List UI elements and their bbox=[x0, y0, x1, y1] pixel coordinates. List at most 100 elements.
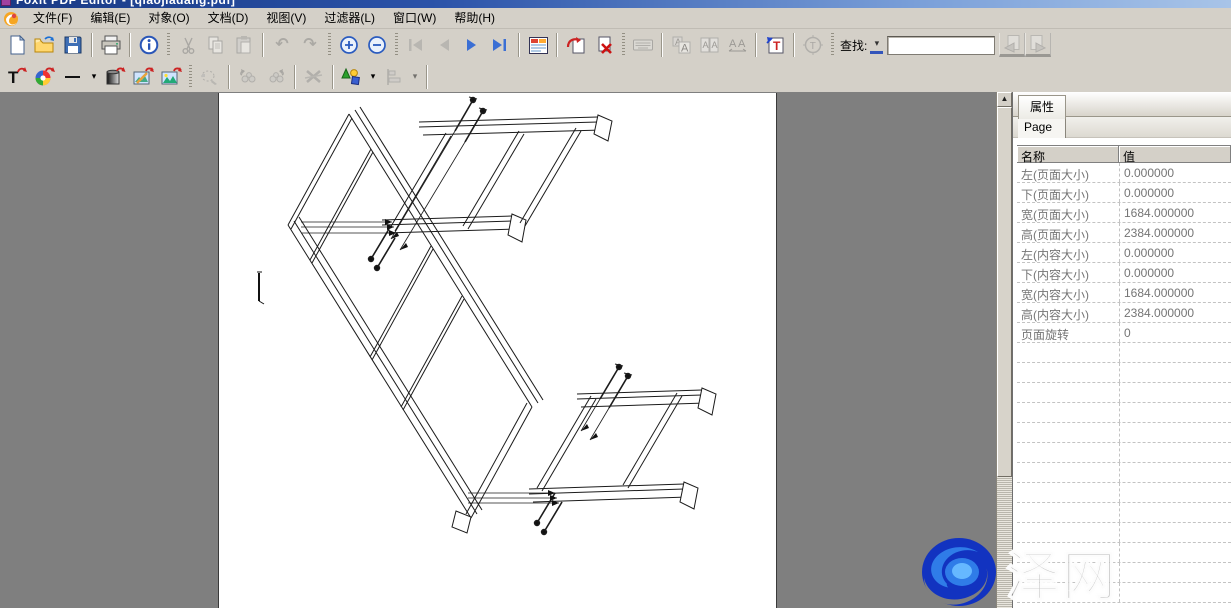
menu-object[interactable]: 对象(O) bbox=[139, 6, 198, 30]
property-value[interactable]: 0.000000 bbox=[1119, 163, 1231, 182]
print-button[interactable] bbox=[97, 32, 125, 58]
property-row[interactable]: 下(页面大小)0.000000 bbox=[1017, 183, 1231, 203]
rotate-right-button[interactable] bbox=[262, 64, 290, 90]
find-input[interactable] bbox=[887, 36, 995, 55]
chevron-down-icon: ▾ bbox=[413, 71, 418, 82]
color-tool-button[interactable] bbox=[31, 64, 59, 90]
menu-window[interactable]: 窗口(W) bbox=[384, 6, 445, 30]
property-name: 下(页面大小) bbox=[1017, 183, 1119, 202]
edit-image-button[interactable] bbox=[129, 64, 157, 90]
toolbar-separator bbox=[661, 33, 663, 57]
property-value[interactable]: 0.000000 bbox=[1119, 243, 1231, 262]
insert-shape-dropdown[interactable]: ▾ bbox=[366, 64, 380, 90]
property-row[interactable]: 高(页面大小)2384.000000 bbox=[1017, 223, 1231, 243]
page-layout-button[interactable] bbox=[524, 32, 552, 58]
shading-tool-button[interactable] bbox=[101, 64, 129, 90]
edit-shape-button[interactable] bbox=[196, 64, 224, 90]
property-value[interactable]: 0 bbox=[1119, 323, 1231, 342]
find-next-button[interactable] bbox=[1025, 33, 1051, 57]
property-row[interactable]: 左(内容大小)0.000000 bbox=[1017, 243, 1231, 263]
condense-font-button[interactable]: AA bbox=[695, 32, 723, 58]
property-row[interactable]: 高(内容大小)2384.000000 bbox=[1017, 303, 1231, 323]
open-file-button[interactable] bbox=[31, 32, 59, 58]
zoom-out-button[interactable] bbox=[363, 32, 391, 58]
next-page-icon bbox=[463, 37, 481, 53]
add-text-object-button[interactable]: T bbox=[761, 32, 789, 58]
svg-text:T: T bbox=[773, 39, 781, 53]
toolbar-separator bbox=[91, 33, 93, 57]
align-dropdown[interactable]: ▾ bbox=[408, 64, 422, 90]
next-page-button[interactable] bbox=[458, 32, 486, 58]
scrollbar-thumb[interactable] bbox=[997, 107, 1012, 477]
column-value: 值 bbox=[1119, 146, 1231, 162]
menu-help[interactable]: 帮助(H) bbox=[445, 6, 504, 30]
expand-font-button[interactable]: AA bbox=[723, 32, 751, 58]
menu-filter[interactable]: 过滤器(L) bbox=[315, 6, 384, 30]
redo-button[interactable]: ↷ bbox=[296, 32, 324, 58]
scrollbar-track[interactable] bbox=[997, 477, 1012, 608]
line-tool-button[interactable] bbox=[59, 64, 87, 90]
save-button[interactable] bbox=[59, 32, 87, 58]
copy-button[interactable] bbox=[202, 32, 230, 58]
text-mode-button[interactable]: T bbox=[799, 32, 827, 58]
toolbar-drag-grip[interactable] bbox=[328, 33, 331, 57]
property-row[interactable]: 左(页面大小)0.000000 bbox=[1017, 163, 1231, 183]
delete-object-button[interactable] bbox=[300, 64, 328, 90]
menu-edit[interactable]: 编辑(E) bbox=[81, 6, 139, 30]
insert-page-button[interactable] bbox=[562, 32, 590, 58]
color-wheel-icon bbox=[34, 66, 56, 87]
property-row[interactable]: 宽(页面大小)1684.000000 bbox=[1017, 203, 1231, 223]
text-cursor-artifact bbox=[257, 272, 264, 304]
replace-font-button[interactable]: AA bbox=[667, 32, 695, 58]
align-objects-button[interactable] bbox=[380, 64, 408, 90]
new-text-tool-button[interactable]: T bbox=[3, 64, 31, 90]
find-next-icon bbox=[1028, 34, 1048, 53]
zoom-in-button[interactable] bbox=[335, 32, 363, 58]
insert-shape-button[interactable] bbox=[338, 64, 366, 90]
line-tool-dropdown[interactable]: ▾ bbox=[87, 64, 101, 90]
property-value[interactable]: 0.000000 bbox=[1119, 263, 1231, 282]
menu-document[interactable]: 文档(D) bbox=[199, 6, 258, 30]
scroll-up-button[interactable]: ▲ bbox=[997, 92, 1012, 107]
last-page-button[interactable] bbox=[486, 32, 514, 58]
property-value[interactable]: 1684.000000 bbox=[1119, 283, 1231, 302]
new-document-icon bbox=[7, 35, 27, 55]
virtual-keyboard-button[interactable] bbox=[629, 32, 657, 58]
rotate-left-button[interactable] bbox=[234, 64, 262, 90]
undo-button[interactable]: ↶ bbox=[268, 32, 296, 58]
first-page-button[interactable] bbox=[402, 32, 430, 58]
empty-row bbox=[1017, 403, 1231, 423]
toolbar-drag-grip[interactable] bbox=[622, 33, 625, 57]
toolbar-drag-grip[interactable] bbox=[831, 33, 834, 57]
vertical-scrollbar[interactable]: ▲ bbox=[996, 92, 1012, 608]
tab-properties[interactable]: 属性 bbox=[1018, 95, 1066, 119]
chevron-down-icon: ▾ bbox=[92, 71, 97, 82]
find-previous-button[interactable] bbox=[999, 33, 1025, 57]
toolbar-drag-grip[interactable] bbox=[395, 33, 398, 57]
paste-button[interactable] bbox=[230, 32, 258, 58]
cut-button[interactable] bbox=[174, 32, 202, 58]
new-document-button[interactable] bbox=[3, 32, 31, 58]
document-info-button[interactable] bbox=[135, 32, 163, 58]
menu-file[interactable]: 文件(F) bbox=[24, 6, 81, 30]
property-value[interactable]: 0.000000 bbox=[1119, 183, 1231, 202]
property-row[interactable]: 下(内容大小)0.000000 bbox=[1017, 263, 1231, 283]
insert-image-button[interactable] bbox=[157, 64, 185, 90]
property-value[interactable]: 2384.000000 bbox=[1119, 223, 1231, 242]
redo-icon: ↷ bbox=[303, 37, 316, 53]
property-value[interactable]: 1684.000000 bbox=[1119, 203, 1231, 222]
toolbar-drag-grip[interactable] bbox=[167, 33, 170, 57]
font-condense-icon: AA bbox=[699, 35, 720, 55]
document-canvas[interactable] bbox=[0, 92, 996, 608]
pdf-page[interactable] bbox=[218, 93, 777, 608]
toolbar-drag-grip[interactable] bbox=[189, 65, 192, 89]
property-row[interactable]: 页面旋转0 bbox=[1017, 323, 1231, 343]
find-options-dropdown[interactable]: ▾ bbox=[870, 36, 883, 54]
delete-page-button[interactable] bbox=[590, 32, 618, 58]
menu-view[interactable]: 视图(V) bbox=[257, 6, 315, 30]
app-logo-icon bbox=[3, 10, 20, 27]
property-value[interactable]: 2384.000000 bbox=[1119, 303, 1231, 322]
tab-page[interactable]: Page bbox=[1018, 117, 1066, 138]
property-row[interactable]: 宽(内容大小)1684.000000 bbox=[1017, 283, 1231, 303]
previous-page-button[interactable] bbox=[430, 32, 458, 58]
